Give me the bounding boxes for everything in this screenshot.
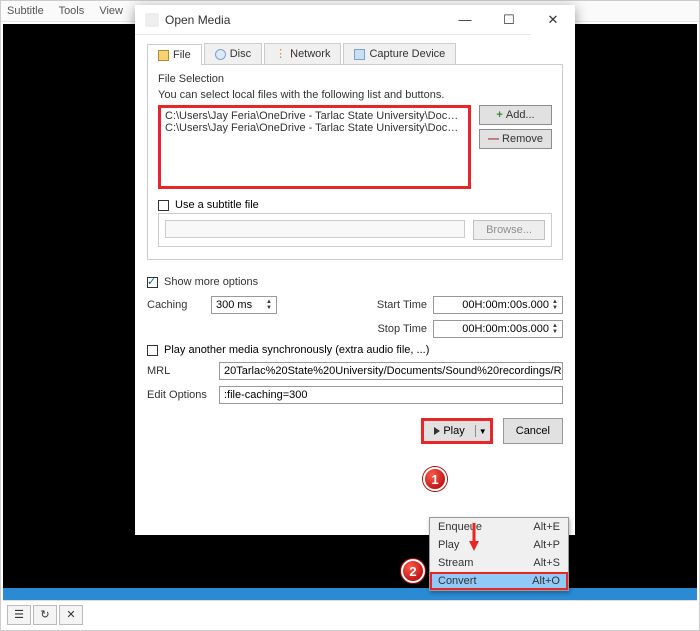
dropdown-label: Enqueue <box>438 521 533 533</box>
dropdown-shortcut: Alt+E <box>533 521 560 533</box>
dropdown-shortcut: Alt+P <box>533 539 560 551</box>
dropdown-item-play[interactable]: Play Alt+P <box>430 536 568 554</box>
play-button-label: Play <box>443 425 464 437</box>
dropdown-item-stream[interactable]: Stream Alt+S <box>430 554 568 572</box>
edit-options-value: :file-caching=300 <box>224 389 307 401</box>
capture-icon <box>354 49 365 60</box>
caching-value: 300 ms <box>216 299 252 311</box>
annotation-callout-2: 2 <box>401 559 425 583</box>
start-time-value: 00H:00m:00s.000 <box>462 299 549 311</box>
edit-options-label: Edit Options <box>147 389 219 401</box>
tab-network[interactable]: ⋮⋮ Network <box>264 43 341 64</box>
file-list-item[interactable]: C:\Users\Jay Feria\OneDrive - Tarlac Sta… <box>165 122 464 134</box>
network-icon: ⋮⋮ <box>275 49 286 60</box>
add-button[interactable]: + Add... <box>479 105 552 125</box>
play-another-checkbox[interactable] <box>147 345 158 356</box>
file-list[interactable]: C:\Users\Jay Feria\OneDrive - Tarlac Sta… <box>158 105 471 189</box>
tab-file[interactable]: File <box>147 44 202 65</box>
options-group: Caching 300 ms ▲▼ Start Time 00H:00m:00s… <box>147 296 563 404</box>
minimize-button[interactable]: — <box>443 5 487 35</box>
add-button-label: Add... <box>506 109 535 121</box>
minus-icon: — <box>488 133 499 145</box>
annotation-callout-1: 1 <box>423 467 447 491</box>
subtitle-path-input[interactable] <box>165 220 465 238</box>
file-section-heading: File Selection <box>158 73 552 85</box>
play-icon <box>434 427 440 435</box>
tab-file-label: File <box>173 49 191 61</box>
browse-button-label: Browse... <box>486 224 532 236</box>
menu-tools[interactable]: Tools <box>59 5 85 17</box>
subtitle-box: Browse... <box>158 213 552 247</box>
spinner-icon[interactable]: ▲▼ <box>266 299 272 311</box>
loop-icon[interactable]: ↻ <box>33 605 57 625</box>
dropdown-item-enqueue[interactable]: Enqueue Alt+E <box>430 518 568 536</box>
maximize-button[interactable]: ☐ <box>487 5 531 35</box>
subtitle-checkbox-label: Use a subtitle file <box>175 199 259 211</box>
control-bar: ☰ ↻ ✕ <box>3 600 697 628</box>
file-list-item[interactable]: C:\Users\Jay Feria\OneDrive - Tarlac Sta… <box>165 110 464 122</box>
edit-options-input[interactable]: :file-caching=300 <box>219 386 563 404</box>
start-time-input[interactable]: 00H:00m:00s.000 ▲▼ <box>433 296 563 314</box>
tab-disc[interactable]: Disc <box>204 43 262 64</box>
file-section-hint: You can select local files with the foll… <box>158 89 552 101</box>
dropdown-label: Convert <box>438 575 532 587</box>
subtitle-checkbox[interactable] <box>158 200 169 211</box>
dropdown-shortcut: Alt+S <box>533 557 560 569</box>
remove-button[interactable]: — Remove <box>479 129 552 149</box>
plus-icon: + <box>496 109 502 121</box>
more-options-label: Show more options <box>164 276 258 288</box>
caching-input[interactable]: 300 ms ▲▼ <box>211 296 277 314</box>
close-button[interactable]: ✕ <box>531 5 575 35</box>
more-options-checkbox[interactable] <box>147 277 158 288</box>
tab-capture-label: Capture Device <box>369 48 445 60</box>
stop-time-value: 00H:00m:00s.000 <box>462 323 549 335</box>
menu-subtitle[interactable]: Subtitle <box>7 5 44 17</box>
stop-time-input[interactable]: 00H:00m:00s.000 ▲▼ <box>433 320 563 338</box>
play-split-button[interactable]: Play ▼ <box>421 418 492 444</box>
mrl-input[interactable]: 20Tarlac%20State%20University/Documents/… <box>219 362 563 380</box>
seek-bar[interactable] <box>3 588 697 600</box>
dropdown-label: Stream <box>438 557 533 569</box>
menu-view[interactable]: View <box>99 5 123 17</box>
play-another-label: Play another media synchronously (extra … <box>164 344 429 356</box>
start-time-label: Start Time <box>377 299 427 311</box>
playlist-toggle-icon[interactable]: ☰ <box>7 605 31 625</box>
mrl-value: 20Tarlac%20State%20University/Documents/… <box>224 365 563 377</box>
dropdown-item-convert[interactable]: Convert Alt+O <box>430 572 568 590</box>
tab-bar: File Disc ⋮⋮ Network Capture Device <box>147 43 563 65</box>
remove-button-label: Remove <box>502 133 543 145</box>
play-dropdown-toggle[interactable]: ▼ <box>476 427 490 436</box>
open-media-dialog: Open Media — ☐ ✕ File Disc ⋮⋮ Network Ca… <box>135 5 575 535</box>
shuffle-icon[interactable]: ✕ <box>59 605 83 625</box>
spinner-icon[interactable]: ▲▼ <box>552 323 558 335</box>
caching-label: Caching <box>147 299 211 311</box>
dropdown-label: Play <box>438 539 533 551</box>
dialog-title: Open Media <box>165 13 443 27</box>
tab-network-label: Network <box>290 48 330 60</box>
dialog-titlebar: Open Media — ☐ ✕ <box>135 5 575 35</box>
dialog-icon <box>145 13 159 27</box>
mrl-label: MRL <box>147 365 219 377</box>
cancel-button-label: Cancel <box>516 425 550 437</box>
dialog-body: File Disc ⋮⋮ Network Capture Device File… <box>135 35 575 454</box>
file-section: File Selection You can select local file… <box>147 65 563 260</box>
spinner-icon[interactable]: ▲▼ <box>552 299 558 311</box>
dropdown-shortcut: Alt+O <box>532 575 560 587</box>
tab-capture[interactable]: Capture Device <box>343 43 456 64</box>
tab-disc-label: Disc <box>230 48 251 60</box>
play-dropdown-menu: Enqueue Alt+E Play Alt+P Stream Alt+S Co… <box>429 517 569 591</box>
file-icon <box>158 50 169 61</box>
browse-button[interactable]: Browse... <box>473 220 545 240</box>
cancel-button[interactable]: Cancel <box>503 418 563 444</box>
disc-icon <box>215 49 226 60</box>
annotation-arrow-icon <box>469 521 479 551</box>
stop-time-label: Stop Time <box>377 323 427 335</box>
